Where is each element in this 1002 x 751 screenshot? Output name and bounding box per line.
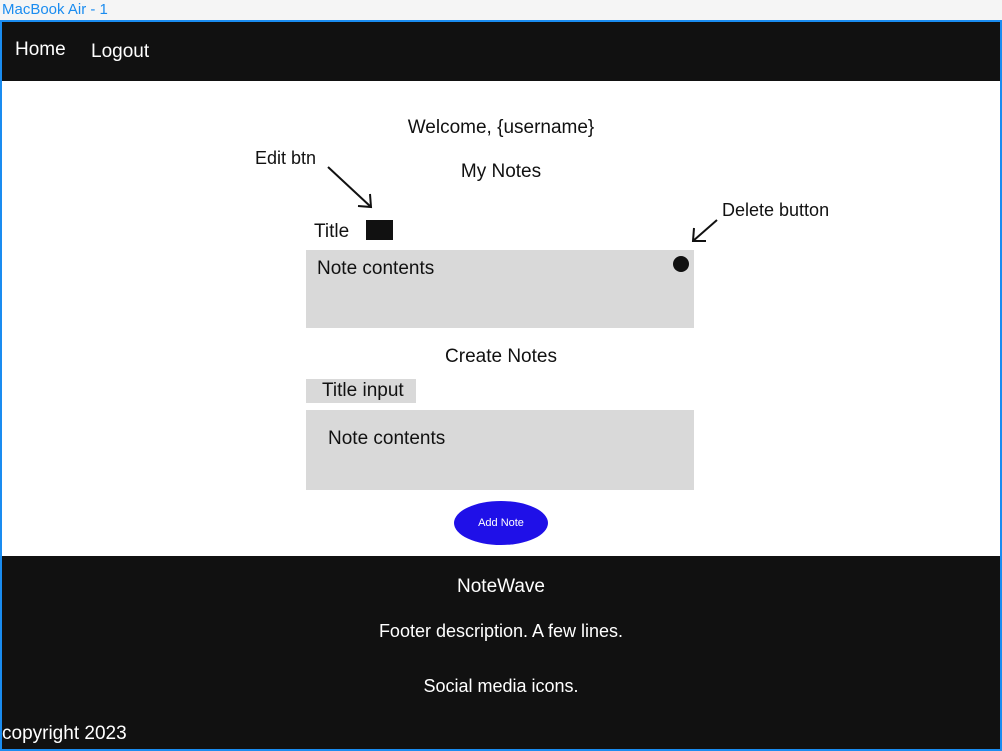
note-contents: Note contents bbox=[317, 258, 435, 279]
copyright-text: copyright 2023 bbox=[2, 723, 127, 744]
note-title: Title bbox=[314, 221, 350, 242]
add-note-button[interactable]: Add Note bbox=[454, 501, 548, 545]
note-contents-input[interactable] bbox=[306, 410, 694, 490]
footer-brand: NoteWave bbox=[457, 576, 545, 597]
create-notes-heading: Create Notes bbox=[445, 346, 557, 367]
app-frame: Home Logout Welcome, {username} My Notes… bbox=[0, 20, 1002, 751]
footer-description: Footer description. A few lines. bbox=[378, 621, 624, 641]
delete-button[interactable] bbox=[673, 256, 689, 272]
delete-arrow-icon bbox=[691, 219, 718, 242]
footer: NoteWave Footer description. A few lines… bbox=[2, 556, 1000, 749]
edit-button[interactable] bbox=[366, 220, 393, 240]
note-card: Note contents bbox=[306, 250, 694, 328]
edit-arrow-icon bbox=[327, 166, 373, 209]
title-input[interactable] bbox=[306, 379, 416, 403]
frame-label: MacBook Air - 1 bbox=[2, 1, 108, 18]
social-media-icons: Social media icons. bbox=[423, 676, 579, 696]
